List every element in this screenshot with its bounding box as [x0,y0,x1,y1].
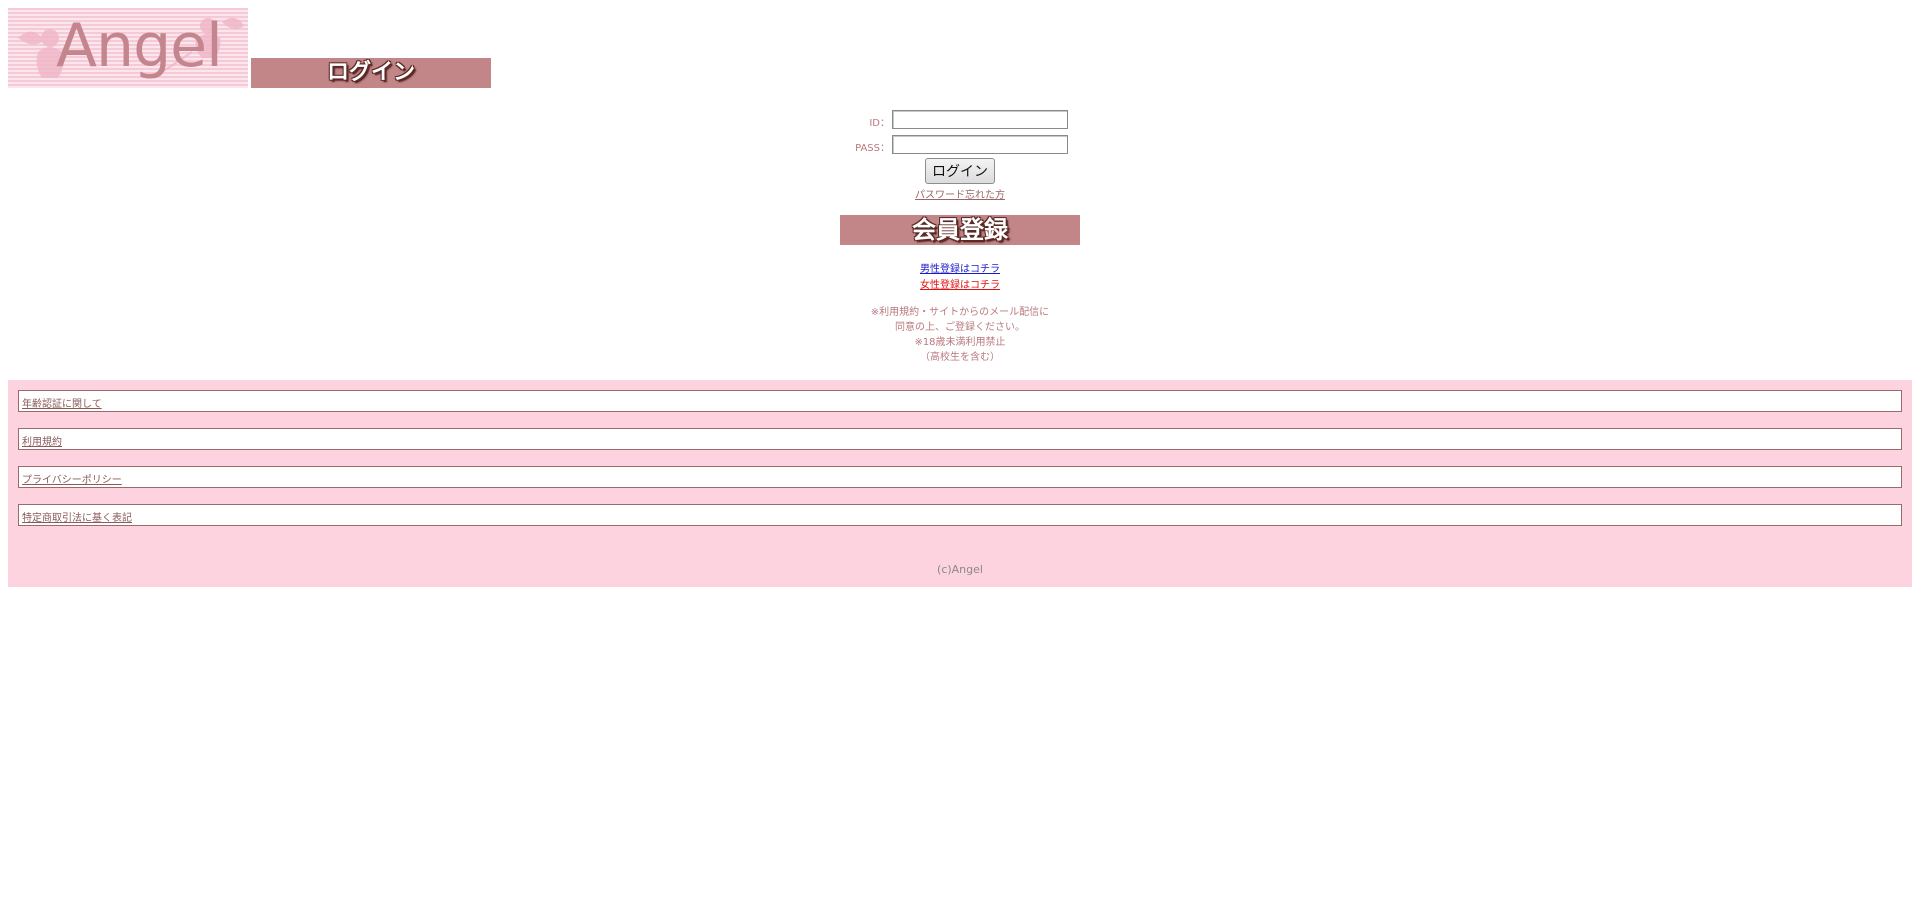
note-line: （高校生を含む） [920,352,1000,363]
id-row: ID： [0,110,1920,132]
copyright: (c)Angel [937,563,983,576]
footer-item-terms: 利用規約 [18,428,1902,450]
angel-logo: Angel [8,8,248,88]
privacy-policy-link[interactable]: プライバシーポリシー [22,471,122,486]
register-title-banner: 会員登録 [840,215,1080,245]
footer: 年齢認証に関して 利用規約 プライバシーポリシー 特定商取引法に基く表記 (c)… [8,380,1912,587]
pass-input[interactable] [892,135,1068,154]
male-register-link[interactable]: 男性登録はコチラ [0,260,1920,275]
footer-item-privacy: プライバシーポリシー [18,466,1902,488]
footer-item-commerce: 特定商取引法に基く表記 [18,504,1902,526]
forgot-password-link[interactable]: パスワード忘れた方 [0,186,1920,201]
logo-text: Angel [56,11,223,81]
note-line: 同意の上、ご登録ください。 [895,322,1025,333]
terms-link[interactable]: 利用規約 [22,433,62,448]
login-title-banner: ログイン [251,58,491,88]
note-line: ※利用規約・サイトからのメール配信に [870,307,1050,318]
registration-notes: ※利用規約・サイトからのメール配信に 同意の上、ご登録ください。 ※18歳未満利… [0,305,1920,365]
footer-item-age-verification: 年齢認証に関して [18,390,1902,412]
pass-label: PASS： [855,143,890,154]
id-input[interactable] [892,110,1068,129]
note-line: ※18歳未満利用禁止 [914,337,1006,348]
id-label: ID： [869,118,890,129]
commerce-law-link[interactable]: 特定商取引法に基く表記 [22,509,132,524]
login-button[interactable]: ログイン [925,158,995,184]
pass-row: PASS： [0,135,1920,157]
age-verification-link[interactable]: 年齢認証に関して [22,395,102,410]
female-register-link[interactable]: 女性登録はコチラ [0,276,1920,291]
site-header: Angel ログイン [8,8,492,88]
